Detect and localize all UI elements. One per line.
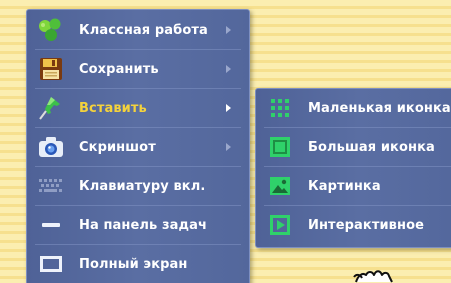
menu-divider bbox=[264, 205, 451, 206]
menu-item-save[interactable]: Сохранить bbox=[31, 52, 245, 86]
chevron-right-icon bbox=[226, 104, 231, 112]
menu-divider bbox=[35, 166, 241, 167]
large-icon-square-icon bbox=[265, 132, 295, 162]
chevron-right-icon bbox=[226, 65, 231, 73]
menu-item-insert[interactable]: Вставить bbox=[31, 91, 245, 125]
menu-divider bbox=[35, 205, 241, 206]
menu-divider bbox=[264, 127, 451, 128]
picture-icon bbox=[265, 171, 295, 201]
menu-divider bbox=[264, 166, 451, 167]
submenu-item-label: Маленькая иконка bbox=[308, 100, 451, 116]
menu-divider bbox=[35, 49, 241, 50]
chevron-right-icon bbox=[226, 143, 231, 151]
green-blobs-icon bbox=[36, 15, 66, 45]
submenu-item-large-icon[interactable]: Большая иконка bbox=[260, 130, 451, 164]
menu-item-label: Скриншот bbox=[79, 139, 156, 155]
menu-item-label: На панель задач bbox=[79, 217, 208, 233]
small-icon-grid-icon bbox=[265, 93, 295, 123]
minimize-icon bbox=[36, 210, 66, 240]
submenu-item-picture[interactable]: Картинка bbox=[260, 169, 451, 203]
menu-item-label: Сохранить bbox=[79, 61, 159, 77]
insert-submenu: Маленькая иконка Большая иконка Картинка bbox=[255, 88, 451, 248]
floppy-disk-icon bbox=[36, 54, 66, 84]
hand-cursor-icon bbox=[352, 266, 414, 283]
menu-item-label: Клавиатуру вкл. bbox=[79, 178, 206, 194]
keyboard-icon bbox=[36, 171, 66, 201]
green-pushpin-icon bbox=[36, 93, 66, 123]
submenu-item-interactive[interactable]: Интерактивное bbox=[260, 208, 451, 242]
menu-item-label: Вставить bbox=[79, 100, 147, 116]
menu-divider bbox=[35, 244, 241, 245]
play-interactive-icon bbox=[265, 210, 295, 240]
menu-item-classwork[interactable]: Классная работа bbox=[31, 13, 245, 47]
menu-item-label: Классная работа bbox=[79, 22, 208, 38]
menu-item-fullscreen[interactable]: Полный экран bbox=[31, 247, 245, 281]
main-context-menu: Классная работа Сохранить Вставить Скрин… bbox=[26, 9, 250, 283]
chevron-right-icon bbox=[226, 26, 231, 34]
submenu-item-label: Картинка bbox=[308, 178, 381, 194]
menu-item-label: Полный экран bbox=[79, 256, 188, 272]
menu-divider bbox=[35, 127, 241, 128]
submenu-item-label: Интерактивное bbox=[308, 217, 425, 233]
camera-icon bbox=[36, 132, 66, 162]
fullscreen-icon bbox=[36, 249, 66, 279]
submenu-item-small-icon[interactable]: Маленькая иконка bbox=[260, 91, 451, 125]
menu-item-screenshot[interactable]: Скриншот bbox=[31, 130, 245, 164]
menu-item-keyboard[interactable]: Клавиатуру вкл. bbox=[31, 169, 245, 203]
submenu-item-label: Большая иконка bbox=[308, 139, 435, 155]
menu-divider bbox=[35, 88, 241, 89]
menu-item-minimize[interactable]: На панель задач bbox=[31, 208, 245, 242]
